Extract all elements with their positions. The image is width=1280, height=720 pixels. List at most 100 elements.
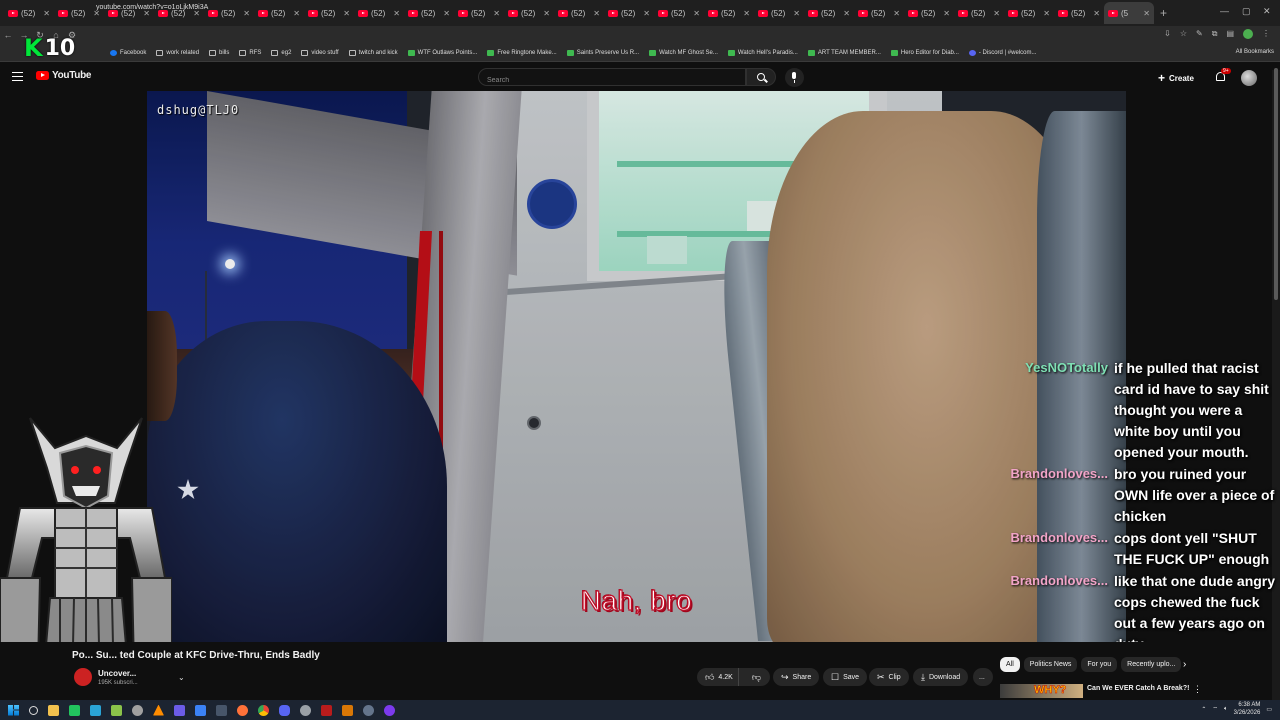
notifications-icon[interactable]: ▭ xyxy=(1266,706,1272,713)
bookmark-item[interactable]: ART TEAM MEMBER... xyxy=(807,49,881,56)
puzzle-icon[interactable]: ⧉ xyxy=(1212,29,1218,39)
browser-tab[interactable]: (52) ✕ xyxy=(854,2,904,24)
close-tab-icon[interactable]: ✕ xyxy=(1043,9,1050,18)
bookmark-item[interactable]: twitch and kick xyxy=(348,49,398,56)
close-tab-icon[interactable]: ✕ xyxy=(43,9,50,18)
profile-icon[interactable] xyxy=(1243,29,1253,39)
bookmark-item[interactable]: Watch MF Ghost Se... xyxy=(649,49,718,56)
app-icon[interactable] xyxy=(300,704,311,716)
dislike-button[interactable]: 👎︎ xyxy=(743,672,770,683)
recommendation-menu-icon[interactable]: ⋮ xyxy=(1193,684,1202,695)
app-icon[interactable] xyxy=(132,704,143,716)
browser-tab[interactable]: (52) ✕ xyxy=(1004,2,1054,24)
maximize-icon[interactable]: ▢ xyxy=(1242,6,1251,17)
close-tab-icon[interactable]: ✕ xyxy=(593,9,600,18)
hamburger-menu-icon[interactable] xyxy=(12,72,23,81)
close-tab-icon[interactable]: ✕ xyxy=(293,9,300,18)
firefox-icon[interactable] xyxy=(237,704,248,716)
app-icon[interactable] xyxy=(342,704,353,716)
close-window-icon[interactable]: ✕ xyxy=(1263,6,1271,17)
bookmark-item[interactable]: - Discord | #welcom... xyxy=(968,49,1036,56)
bookmark-item[interactable]: bills xyxy=(209,49,229,56)
close-tab-icon[interactable]: ✕ xyxy=(493,9,500,18)
filter-chip[interactable]: Recently uplo... xyxy=(1121,657,1182,672)
app-icon[interactable] xyxy=(195,704,206,716)
save-button[interactable]: ☐ Save xyxy=(823,668,868,686)
browser-tab[interactable]: (52) ✕ xyxy=(304,2,354,24)
account-avatar[interactable] xyxy=(1241,70,1257,86)
browser-tab[interactable]: (52) ✕ xyxy=(404,2,454,24)
chrome-icon[interactable] xyxy=(258,704,269,716)
like-button[interactable]: 👍︎ 4.2K xyxy=(697,668,739,686)
back-icon[interactable]: ← xyxy=(0,30,16,40)
minimize-icon[interactable]: — xyxy=(1220,6,1229,16)
close-tab-icon[interactable]: ✕ xyxy=(1093,9,1100,18)
download-button[interactable]: ⤓ Download xyxy=(913,668,969,686)
browser-tab[interactable]: (52) ✕ xyxy=(604,2,654,24)
bookmark-item[interactable]: WTF Outlaws Points... xyxy=(407,49,477,56)
all-bookmarks-button[interactable]: All Bookmarks xyxy=(1236,49,1274,55)
close-tab-icon[interactable]: ✕ xyxy=(243,9,250,18)
bookmark-item[interactable]: Hero Editor for Diab... xyxy=(890,49,959,56)
app-icon[interactable] xyxy=(153,704,164,716)
browser-tab[interactable]: (5 ✕ xyxy=(1104,2,1154,24)
scrollbar-thumb[interactable] xyxy=(1274,68,1278,300)
bookmark-star-icon[interactable]: ☆ xyxy=(1180,29,1187,39)
search-input[interactable] xyxy=(479,72,745,89)
browser-tab[interactable]: (52) ✕ xyxy=(354,2,404,24)
sidebar-icon[interactable]: ▤ xyxy=(1226,29,1234,39)
close-tab-icon[interactable]: ✕ xyxy=(343,9,350,18)
windows-start-icon[interactable] xyxy=(8,704,19,716)
bookmark-item[interactable]: Facebook xyxy=(110,49,146,56)
clip-button[interactable]: ✂ Clip xyxy=(869,668,909,686)
browser-tab[interactable]: (52) ✕ xyxy=(454,2,504,24)
filter-chip[interactable]: For you xyxy=(1081,657,1118,672)
close-tab-icon[interactable]: ✕ xyxy=(943,9,950,18)
close-tab-icon[interactable]: ✕ xyxy=(793,9,800,18)
browser-tab[interactable]: (52) ✕ xyxy=(1054,2,1104,24)
discord-icon[interactable] xyxy=(279,704,290,716)
app-icon[interactable] xyxy=(174,704,185,716)
close-tab-icon[interactable]: ✕ xyxy=(393,9,400,18)
app-icon[interactable] xyxy=(384,704,395,716)
bookmark-item[interactable]: Free Ringtone Make... xyxy=(487,49,557,56)
new-tab-icon[interactable]: + xyxy=(1160,6,1167,20)
close-tab-icon[interactable]: ✕ xyxy=(993,9,1000,18)
bookmark-item[interactable]: video stuff xyxy=(301,49,339,56)
bookmark-item[interactable]: work related xyxy=(156,49,199,56)
file-explorer-icon[interactable] xyxy=(48,704,59,716)
close-tab-icon[interactable]: ✕ xyxy=(743,9,750,18)
extension-icon[interactable]: ✎ xyxy=(1196,29,1203,39)
create-button[interactable]: + Create xyxy=(1158,70,1194,86)
app-icon[interactable] xyxy=(321,704,332,716)
more-actions-button[interactable]: ... xyxy=(973,668,993,686)
chevron-right-icon[interactable]: › xyxy=(1183,659,1186,670)
bookmark-item[interactable]: Watch Hell's Paradis... xyxy=(727,49,798,56)
browser-tab[interactable]: (52) ✕ xyxy=(704,2,754,24)
channel-avatar[interactable] xyxy=(74,668,92,686)
bookmark-item[interactable]: RFS xyxy=(239,49,261,56)
browser-tab[interactable]: (52) ✕ xyxy=(804,2,854,24)
install-icon[interactable]: ⇩ xyxy=(1164,29,1171,39)
filter-chip[interactable]: All xyxy=(1000,657,1020,672)
search-icon[interactable] xyxy=(29,705,38,715)
chevron-down-icon[interactable]: ⌄ xyxy=(178,673,185,682)
browser-tab[interactable]: (52) ✕ xyxy=(504,2,554,24)
recommendation-thumbnail[interactable]: WHY? xyxy=(1000,684,1083,698)
browser-tab[interactable]: (52) ✕ xyxy=(654,2,704,24)
browser-tab[interactable]: (52) ✕ xyxy=(204,2,254,24)
close-tab-icon[interactable]: ✕ xyxy=(443,9,450,18)
app-icon[interactable] xyxy=(69,704,80,716)
browser-tab[interactable]: (52) ✕ xyxy=(954,2,1004,24)
video-player[interactable]: dshug@TLJ0 Nah, bro xyxy=(147,91,1126,642)
app-icon[interactable] xyxy=(111,704,122,716)
browser-tab[interactable]: (52) ✕ xyxy=(4,2,54,24)
chevron-up-icon[interactable]: ⌃ xyxy=(1201,706,1206,713)
browser-tab[interactable]: (52) ✕ xyxy=(554,2,604,24)
recommendation-title[interactable]: Can We EVER Catch A Break?! xyxy=(1087,685,1189,692)
close-tab-icon[interactable]: ✕ xyxy=(543,9,550,18)
youtube-logo[interactable]: YouTube xyxy=(36,70,92,81)
share-button[interactable]: ↪ Share xyxy=(773,668,820,686)
close-tab-icon[interactable]: ✕ xyxy=(643,9,650,18)
browser-tab[interactable]: (52) ✕ xyxy=(904,2,954,24)
